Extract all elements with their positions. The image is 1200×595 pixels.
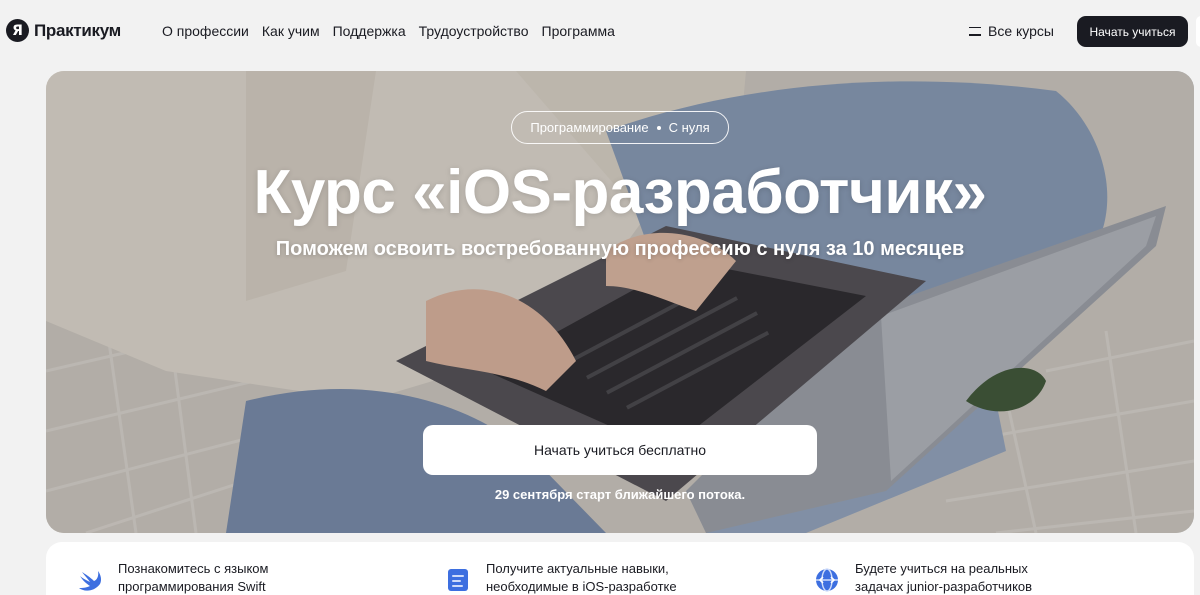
yandex-logo-icon: Я — [6, 19, 29, 42]
logo[interactable]: Я Практикум — [6, 19, 121, 42]
feature-item: Получите актуальные навыки, необходимые … — [444, 560, 677, 595]
nav-item-about[interactable]: О профессии — [162, 23, 249, 39]
start-learning-button[interactable]: Начать учиться — [1077, 16, 1188, 47]
swift-bird-icon — [79, 571, 102, 591]
nav-item-employment[interactable]: Трудоустройство — [419, 23, 529, 39]
feature-item: Познакомитесь с языком программирования … — [76, 560, 268, 595]
globe-code-icon — [816, 568, 838, 592]
nav-item-program[interactable]: Программа — [542, 23, 615, 39]
tag-separator-dot — [656, 125, 661, 130]
all-courses-button[interactable]: Все курсы — [969, 23, 1054, 39]
header-edge-button[interactable] — [1196, 16, 1200, 47]
feature-line-1: Получите актуальные навыки, — [486, 561, 669, 576]
feature-line-2: задачах junior-разработчиков — [855, 579, 1033, 594]
hero-banner: Программирование С нуля Курс «iOS-разраб… — [46, 71, 1194, 533]
site-header: Я Практикум О профессии Как учим Поддерж… — [0, 0, 1200, 62]
document-code-icon — [448, 569, 468, 591]
main-nav: О профессии Как учим Поддержка Трудоустр… — [162, 23, 615, 39]
nav-item-how-we-teach[interactable]: Как учим — [262, 23, 320, 39]
menu-icon — [969, 26, 981, 36]
features-strip: Познакомитесь с языком программирования … — [46, 542, 1194, 595]
feature-line-1: Будете учиться на реальных — [855, 561, 1028, 576]
feature-line-1: Познакомитесь с языком — [118, 561, 269, 576]
feature-item: Будете учиться на реальных задачах junio… — [813, 560, 1032, 595]
nav-item-support[interactable]: Поддержка — [333, 23, 406, 39]
all-courses-label: Все курсы — [988, 23, 1054, 39]
next-stream-note: 29 сентября старт ближайшего потока. — [494, 487, 746, 502]
tag-category: Программирование — [530, 120, 649, 135]
tag-level: С нуля — [668, 120, 710, 135]
course-title: Курс «iOS-разработчик» — [253, 158, 987, 227]
start-free-button[interactable]: Начать учиться бесплатно — [423, 425, 817, 475]
course-subtitle: Поможем освоить востребованную профессию… — [275, 238, 965, 260]
feature-line-2: необходимые в iOS-разработке — [486, 579, 677, 594]
logo-text: Практикум — [34, 20, 121, 40]
course-tags: Программирование С нуля — [511, 111, 729, 144]
feature-line-2: программирования Swift — [118, 579, 266, 594]
